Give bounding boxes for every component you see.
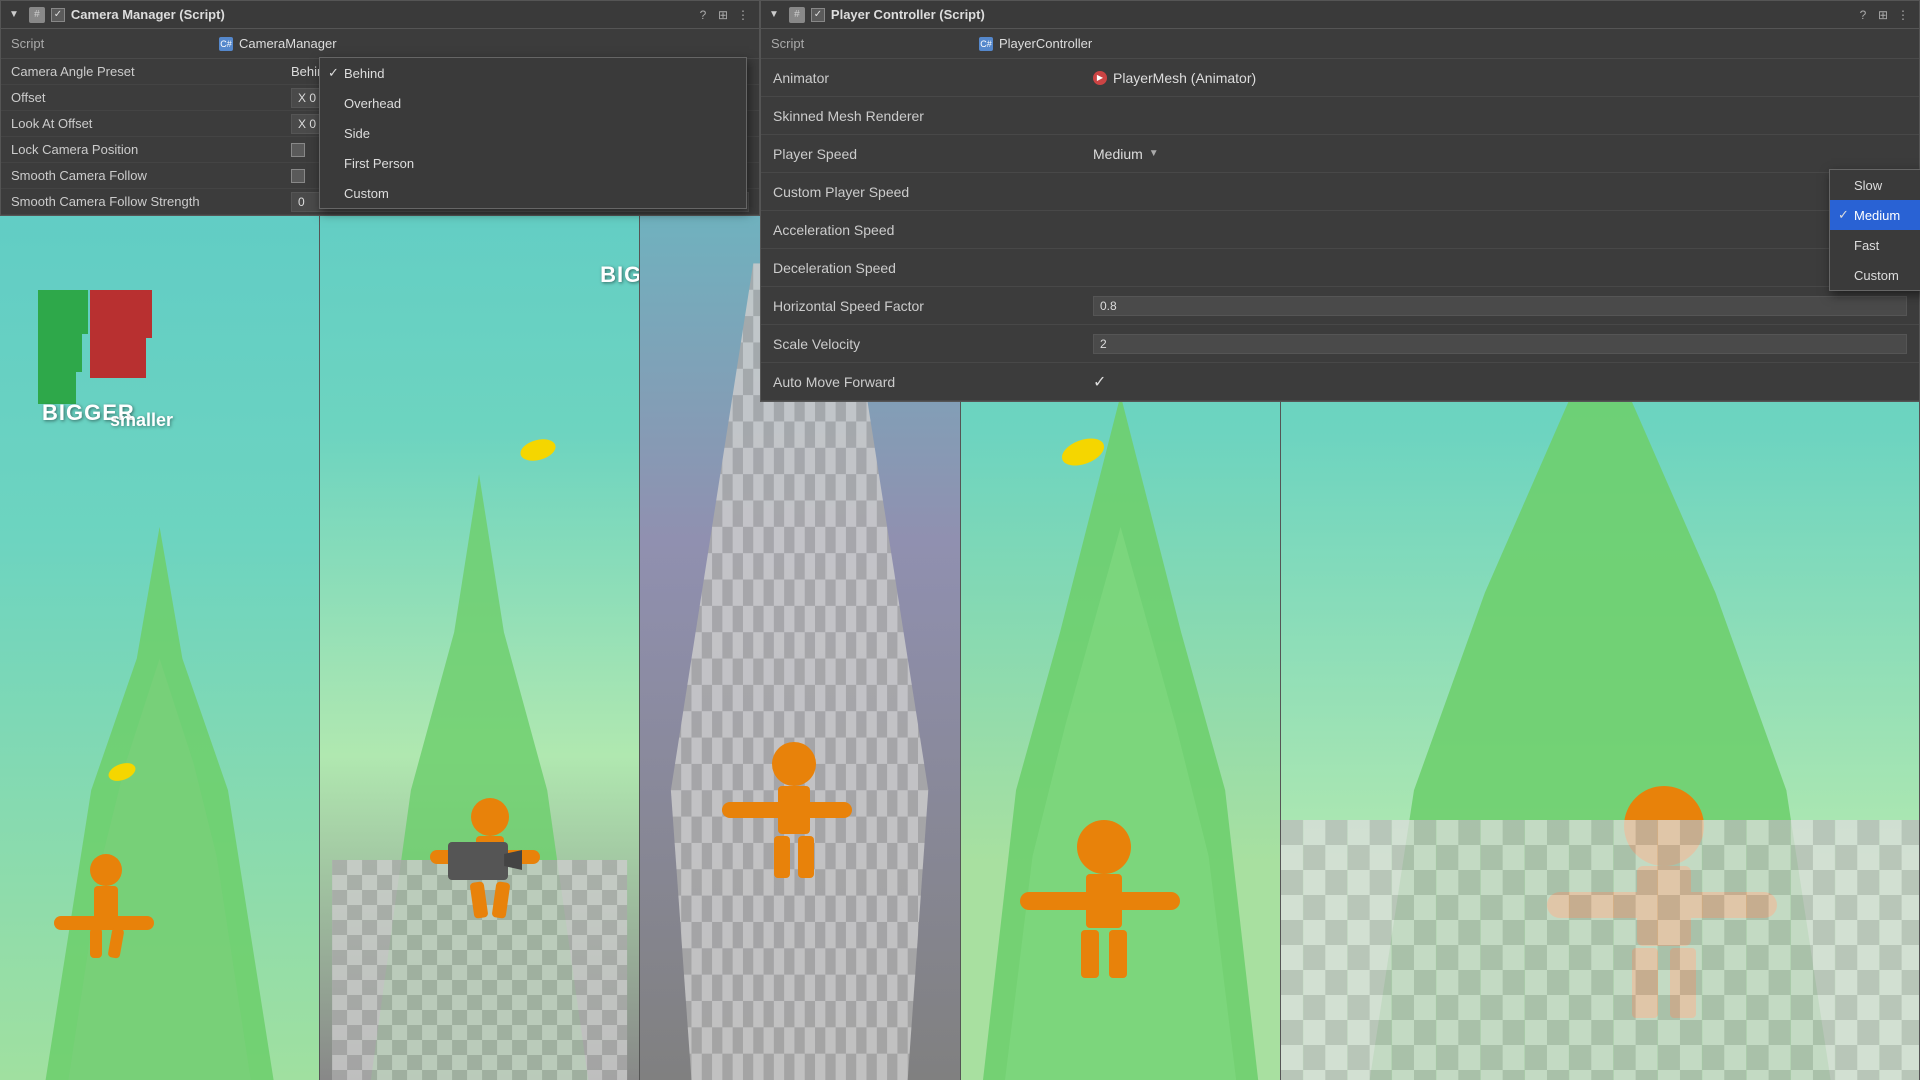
- scale-velocity-label: Scale Velocity: [773, 336, 1093, 352]
- camera-panel-header: ▼ # ✓ Camera Manager (Script) ? ⊞ ⋮: [1, 1, 759, 29]
- camera-prop: [448, 842, 508, 880]
- script-icon-player: #: [789, 7, 805, 23]
- camera-manager-panel: ▼ # ✓ Camera Manager (Script) ? ⊞ ⋮ Scri…: [0, 0, 760, 216]
- auto-move-value[interactable]: ✓: [1093, 372, 1907, 392]
- custom-speed-row: Custom Player Speed: [761, 173, 1919, 211]
- camera-script-value-container: C# CameraManager: [219, 36, 337, 51]
- player-script-cs-icon: C#: [979, 37, 993, 51]
- deceleration-label: Deceleration Speed: [773, 260, 1093, 276]
- more-button-player[interactable]: ⋮: [1895, 7, 1911, 23]
- horiz-speed-value: 0.8: [1093, 296, 1907, 316]
- label-bigger-2: BIGGER: [600, 262, 640, 288]
- player-script-row: Script C# PlayerController: [761, 29, 1919, 59]
- camera-script-label: Script: [11, 36, 211, 51]
- camera-panel-title: Camera Manager (Script): [71, 7, 689, 22]
- smooth-camera-label: Smooth Camera Follow: [11, 168, 291, 183]
- skinned-mesh-label: Skinned Mesh Renderer: [773, 108, 1093, 124]
- acceleration-label: Acceleration Speed: [773, 222, 1093, 238]
- camera-dropdown: ✓ Behind Overhead Side First Person Cust…: [319, 57, 747, 209]
- speed-item-fast[interactable]: Fast: [1830, 230, 1920, 260]
- player-speed-selected: Medium: [1093, 146, 1143, 162]
- dropdown-label-overhead: Overhead: [344, 96, 401, 111]
- player-script-label: Script: [771, 36, 971, 51]
- dropdown-item-overhead[interactable]: Overhead: [320, 88, 746, 118]
- camera-script-name: CameraManager: [239, 36, 337, 51]
- acceleration-row: Acceleration Speed: [761, 211, 1919, 249]
- animator-row: Animator ▶ PlayerMesh (Animator): [761, 59, 1919, 97]
- player-panel-title: Player Controller (Script): [831, 7, 1849, 22]
- speed-label-custom: Custom: [1854, 268, 1899, 283]
- auto-move-label: Auto Move Forward: [773, 374, 1093, 390]
- player-figure-4: [1077, 820, 1131, 980]
- deceleration-row: Deceleration Speed: [761, 249, 1919, 287]
- expand-icon-player: ▼: [769, 9, 779, 20]
- player-inspector-body: Script C# PlayerController Animator ▶ Pl…: [761, 29, 1919, 401]
- horiz-speed-row: Horizontal Speed Factor 0.8: [761, 287, 1919, 325]
- camera-script-cs-icon: C#: [219, 37, 233, 51]
- auto-move-checkmark: ✓: [1093, 374, 1106, 391]
- main-container: BIGGER smaller: [0, 0, 1920, 1080]
- dock-button-player[interactable]: ⊞: [1875, 7, 1891, 23]
- player-speed-dropdown: Slow ✓ Medium Fast Custom: [1829, 169, 1920, 291]
- player-panel-header: ▼ # ✓ Player Controller (Script) ? ⊞ ⋮: [761, 1, 1919, 29]
- speed-label-slow: Slow: [1854, 178, 1882, 193]
- player-header-controls: ? ⊞ ⋮: [1855, 7, 1911, 23]
- camera-angle-label: Camera Angle Preset: [11, 64, 291, 79]
- lookat-label: Look At Offset: [11, 116, 291, 131]
- script-icon-camera: #: [29, 7, 45, 23]
- checker-ground-5: [1281, 820, 1919, 1080]
- skinned-mesh-row: Skinned Mesh Renderer: [761, 97, 1919, 135]
- lock-camera-checkbox[interactable]: [291, 143, 305, 157]
- auto-move-row: Auto Move Forward ✓: [761, 363, 1919, 401]
- dropdown-item-firstperson[interactable]: First Person: [320, 148, 746, 178]
- animator-label: Animator: [773, 70, 1093, 86]
- dropdown-item-behind[interactable]: ✓ Behind: [320, 58, 746, 88]
- animator-value[interactable]: ▶ PlayerMesh (Animator): [1093, 70, 1256, 86]
- player-script-name: PlayerController: [999, 36, 1092, 51]
- dropdown-label-side: Side: [344, 126, 370, 141]
- dropdown-label-firstperson: First Person: [344, 156, 414, 171]
- horiz-speed-field[interactable]: 0.8: [1093, 296, 1907, 316]
- expand-icon: ▼: [9, 9, 19, 20]
- check-medium: ✓: [1838, 207, 1854, 223]
- scale-velocity-value: 2: [1093, 334, 1907, 354]
- animator-icon: ▶: [1093, 71, 1107, 85]
- camera-script-row: Script C# CameraManager: [1, 29, 759, 59]
- scale-velocity-row: Scale Velocity 2: [761, 325, 1919, 363]
- speed-item-custom[interactable]: Custom: [1830, 260, 1920, 290]
- dock-button-camera[interactable]: ⊞: [715, 7, 731, 23]
- label-smaller-1: smaller: [110, 410, 173, 431]
- player-figure-1: [88, 854, 124, 960]
- player-controller-panel: ▼ # ✓ Player Controller (Script) ? ⊞ ⋮ S…: [760, 0, 1920, 402]
- check-behind: ✓: [328, 65, 344, 81]
- speed-item-slow[interactable]: Slow: [1830, 170, 1920, 200]
- speed-label-medium: Medium: [1854, 208, 1900, 223]
- player-speed-arrow: ▼: [1149, 148, 1159, 159]
- horiz-speed-label: Horizontal Speed Factor: [773, 298, 1093, 314]
- help-button-player[interactable]: ?: [1855, 7, 1871, 23]
- speed-item-medium[interactable]: ✓ Medium: [1830, 200, 1920, 230]
- enabled-checkbox-camera[interactable]: ✓: [51, 8, 65, 22]
- smooth-camera-checkbox[interactable]: [291, 169, 305, 183]
- dropdown-item-custom-camera[interactable]: Custom: [320, 178, 746, 208]
- camera-header-controls: ? ⊞ ⋮: [695, 7, 751, 23]
- player-speed-value[interactable]: Medium ▼: [1093, 146, 1907, 162]
- dropdown-label-behind: Behind: [344, 66, 384, 81]
- offset-label: Offset: [11, 90, 291, 105]
- help-button-camera[interactable]: ?: [695, 7, 711, 23]
- custom-speed-label: Custom Player Speed: [773, 184, 1093, 200]
- player-speed-row[interactable]: Player Speed Medium ▼: [761, 135, 1919, 173]
- scale-velocity-field[interactable]: 2: [1093, 334, 1907, 354]
- speed-label-fast: Fast: [1854, 238, 1879, 253]
- lock-camera-label: Lock Camera Position: [11, 142, 291, 157]
- dropdown-label-custom-camera: Custom: [344, 186, 389, 201]
- player-figure-3: [772, 742, 816, 880]
- more-button-camera[interactable]: ⋮: [735, 7, 751, 23]
- smooth-strength-label: Smooth Camera Follow Strength: [11, 194, 291, 209]
- enabled-checkbox-player[interactable]: ✓: [811, 8, 825, 22]
- dropdown-item-side[interactable]: Side: [320, 118, 746, 148]
- animator-name: PlayerMesh (Animator): [1113, 70, 1256, 86]
- player-speed-label: Player Speed: [773, 146, 1093, 162]
- player-script-value-container: C# PlayerController: [979, 36, 1092, 51]
